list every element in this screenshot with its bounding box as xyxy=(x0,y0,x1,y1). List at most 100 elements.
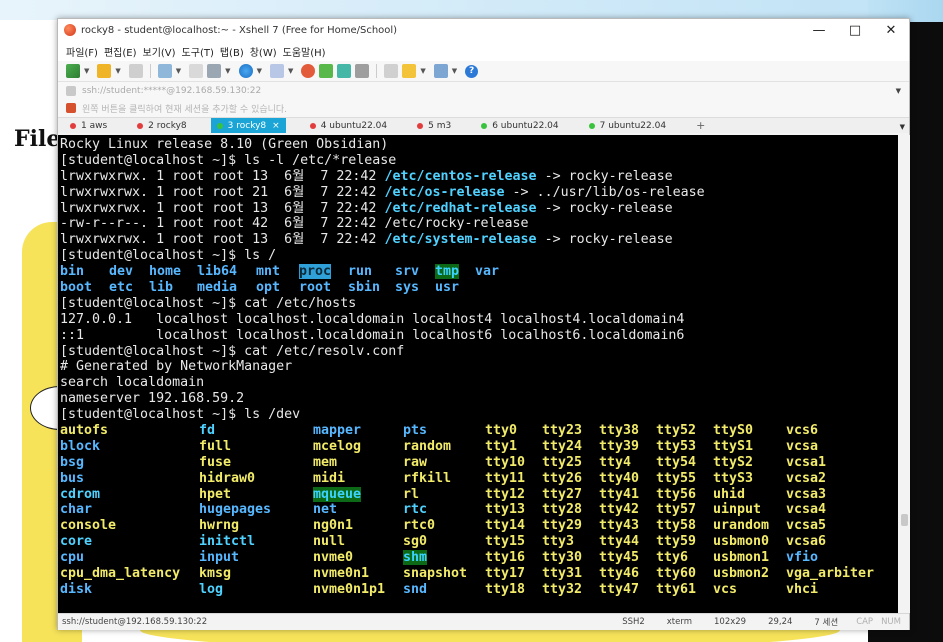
minimize-icon[interactable]: — xyxy=(801,19,837,41)
chevron-down-icon[interactable]: ▼ xyxy=(84,67,89,75)
device-name: tty1 xyxy=(485,438,518,454)
status-dot-icon xyxy=(481,122,488,129)
session-tab[interactable]: 4 ubuntu22.04 xyxy=(304,118,393,133)
dir-name: media xyxy=(197,280,238,296)
dev-entry: cdrom xyxy=(60,487,199,503)
dir-name: run xyxy=(348,264,373,280)
dev-entry: tty43 xyxy=(599,518,656,534)
highlight-icon[interactable] xyxy=(402,64,417,78)
device-name: core xyxy=(60,534,93,550)
dev-row: console hwrng ng0n1 rtc0 tty14 tty29 tty43 tty5… xyxy=(60,518,898,534)
session-hint-bar: 왼쪽 버튼을 클릭하여 현재 세션을 추가할 수 있습니다. xyxy=(58,99,909,117)
device-name: bsg xyxy=(60,454,85,470)
session-tab[interactable]: 7 ubuntu22.04 xyxy=(583,118,672,133)
new-session-icon[interactable] xyxy=(66,64,80,78)
menu-item[interactable]: 도구(T) xyxy=(182,44,214,59)
chevron-down-icon[interactable]: ▼ xyxy=(900,123,905,131)
menu-item[interactable]: 편집(E) xyxy=(104,44,137,59)
dev-row: bus hidraw0 midi rfkill tty11 tty26 tty40 tty55… xyxy=(60,471,898,487)
lock-icon[interactable] xyxy=(355,64,370,78)
close-icon[interactable]: ✕ xyxy=(873,19,909,41)
address-bar[interactable]: ssh://student:*****@192.168.59.130:22 ▼ xyxy=(58,81,909,99)
device-name: mqueue xyxy=(313,486,362,502)
dir-name: var xyxy=(475,264,500,280)
menu-item[interactable]: 파일(F) xyxy=(66,44,98,59)
dev-entry: cpu xyxy=(60,550,199,566)
device-name: fuse xyxy=(199,454,232,470)
dev-entry: tty16 xyxy=(485,550,542,566)
device-name: cpu_dma_latency xyxy=(60,566,181,582)
chevron-down-icon[interactable]: ▼ xyxy=(115,67,120,75)
add-tab-icon[interactable]: + xyxy=(696,118,705,133)
chevron-down-icon[interactable]: ▼ xyxy=(452,67,457,75)
dev-entry: tty55 xyxy=(656,471,713,487)
xftp-icon[interactable] xyxy=(301,64,316,78)
chevron-down-icon[interactable]: ▼ xyxy=(257,67,262,75)
bookmark-icon[interactable] xyxy=(66,103,76,113)
dev-entry: net xyxy=(313,502,403,518)
dev-entry: hugepages xyxy=(199,502,313,518)
paste-icon[interactable] xyxy=(207,64,222,78)
open-folder-icon[interactable] xyxy=(97,64,112,78)
device-name: tty38 xyxy=(599,423,640,439)
session-tab[interactable]: 3 rocky8 × xyxy=(210,118,286,133)
dev-entry: vcsa3 xyxy=(786,487,876,503)
session-tab-label: 7 ubuntu22.04 xyxy=(599,120,667,131)
reconnect-icon[interactable] xyxy=(128,64,143,78)
ls-entry: sys xyxy=(395,280,435,296)
scrollbar-thumb[interactable] xyxy=(901,514,908,526)
transfer-icon[interactable] xyxy=(319,64,334,78)
device-name: uhid xyxy=(713,486,746,502)
menu-item[interactable]: 보기(V) xyxy=(143,44,176,59)
prompt-line: [student@localhost ~]$ ls / xyxy=(60,248,277,264)
device-name: urandom xyxy=(713,518,770,534)
dev-entry: nvme0 xyxy=(313,550,403,566)
title-bar[interactable]: rocky8 - student@localhost:~ - Xshell 7 … xyxy=(58,19,909,41)
session-tab[interactable]: 5 m3 xyxy=(411,118,457,133)
chevron-down-icon[interactable]: ▼ xyxy=(420,67,425,75)
device-name: ttyS1 xyxy=(713,438,754,454)
copy-icon[interactable] xyxy=(189,64,204,78)
menu-item[interactable]: 창(W) xyxy=(250,44,277,59)
keyboard-icon[interactable] xyxy=(384,64,399,78)
dir-name: bin xyxy=(60,264,85,280)
dev-entry: snapshot xyxy=(403,566,485,582)
menu-item[interactable]: 탭(B) xyxy=(220,44,244,59)
terminal-output[interactable]: Rocky Linux release 8.10 (Green Obsidian… xyxy=(58,135,898,613)
device-name: vcsa4 xyxy=(786,502,827,518)
session-tab-label: 1 aws xyxy=(81,120,108,131)
chevron-down-icon[interactable]: ▼ xyxy=(176,67,181,75)
dev-row: cdrom hpet mqueue rl tty12 tty27 tty41 tty56 uhi… xyxy=(60,486,898,503)
toolbar-divider xyxy=(149,64,151,78)
close-icon[interactable]: × xyxy=(272,121,280,131)
dir-name: tmp xyxy=(435,264,460,280)
globe-icon[interactable] xyxy=(238,64,253,78)
dev-entry: vcsa6 xyxy=(786,534,876,550)
chevron-down-icon[interactable]: ▼ xyxy=(288,67,293,75)
layout-icon[interactable] xyxy=(433,64,448,78)
device-name: pts xyxy=(403,423,428,439)
dev-entry: usbmon1 xyxy=(713,550,786,566)
device-name: fd xyxy=(199,423,216,439)
session-tab[interactable]: 2 rocky8 xyxy=(131,118,193,133)
device-name: vcs xyxy=(713,581,738,597)
menu-item[interactable]: 도움말(H) xyxy=(283,44,326,59)
device-name: snd xyxy=(403,581,428,597)
address-input[interactable]: ssh://student:*****@192.168.59.130:22 xyxy=(82,86,896,96)
chevron-down-icon[interactable]: ▼ xyxy=(896,87,901,95)
device-name: ttyS2 xyxy=(713,454,754,470)
properties-icon[interactable] xyxy=(157,64,172,78)
scrollbar-track[interactable] xyxy=(898,135,910,613)
session-tab[interactable]: 1 aws xyxy=(64,118,113,133)
resolv-line: nameserver 192.168.59.2 xyxy=(60,391,245,407)
chevron-down-icon[interactable]: ▼ xyxy=(225,67,230,75)
help-icon[interactable]: ? xyxy=(465,64,479,78)
fullscreen-icon[interactable] xyxy=(337,64,352,78)
dev-entry: tty53 xyxy=(656,439,713,455)
font-icon[interactable] xyxy=(269,64,284,78)
dev-entry: tty24 xyxy=(542,439,599,455)
dev-entry: tty54 xyxy=(656,455,713,471)
session-tab[interactable]: 6 ubuntu22.04 xyxy=(475,118,564,133)
dir-name: usr xyxy=(435,280,460,296)
maximize-icon[interactable]: □ xyxy=(837,19,873,41)
